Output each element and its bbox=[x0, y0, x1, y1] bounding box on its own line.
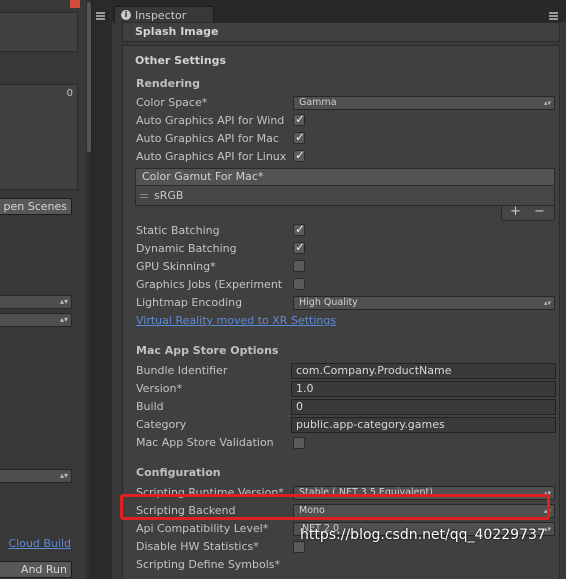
category-label: Category bbox=[136, 418, 187, 431]
panel-menu-icon[interactable] bbox=[96, 12, 105, 20]
auto-gfx-linux-checkbox[interactable]: ✓ bbox=[293, 148, 306, 162]
auto-gfx-linux-label: Auto Graphics API for Linux bbox=[136, 150, 287, 163]
app-store-validation-label: Mac App Store Validation bbox=[136, 436, 274, 449]
auto-gfx-windows-label: Auto Graphics API for Wind bbox=[136, 114, 285, 127]
left-dropdown-2[interactable]: ▴▾ bbox=[0, 313, 72, 327]
info-icon: i bbox=[121, 10, 131, 20]
static-batching-label: Static Batching bbox=[136, 224, 220, 237]
highlight-box bbox=[120, 494, 550, 520]
dropdown-arrow-icon: ▴▾ bbox=[543, 299, 551, 307]
tab-bar: i Inspector bbox=[112, 0, 566, 24]
dynamic-batching-label: Dynamic Batching bbox=[136, 242, 237, 255]
graphics-jobs-label: Graphics Jobs (Experiment bbox=[136, 278, 283, 291]
auto-gfx-mac-checkbox[interactable]: ✓ bbox=[293, 130, 306, 144]
color-space-dropdown[interactable]: Gamma ▴▾ bbox=[293, 96, 555, 110]
left-dropdown-3[interactable]: ▴▾ bbox=[0, 469, 72, 483]
watermark: https://blog.csdn.net/qq_40229737 bbox=[300, 527, 546, 543]
cloud-build-link[interactable]: Cloud Build bbox=[8, 537, 71, 550]
build-field[interactable]: 0 bbox=[291, 399, 556, 415]
gpu-skinning-label: GPU Skinning* bbox=[136, 260, 216, 273]
lightmap-encoding-label: Lightmap Encoding bbox=[136, 296, 243, 309]
left-panel: 0 pen Scenes ▴▾ ▴▾ ▴▾ Cloud Build And Ru… bbox=[0, 0, 92, 579]
checkmark-icon: ✓ bbox=[295, 148, 306, 162]
define-symbols-label: Scripting Define Symbols* bbox=[136, 558, 281, 571]
lightmap-encoding-dropdown[interactable]: High Quality ▴▾ bbox=[293, 296, 555, 310]
rendering-header: Rendering bbox=[136, 77, 200, 90]
gpu-skinning-checkbox[interactable] bbox=[293, 260, 305, 272]
checkmark-icon: ✓ bbox=[295, 222, 306, 236]
static-batching-checkbox[interactable]: ✓ bbox=[293, 222, 306, 236]
panel-menu-icon[interactable] bbox=[549, 12, 558, 20]
auto-gfx-windows-checkbox[interactable]: ✓ bbox=[293, 112, 306, 126]
category-field[interactable]: public.app-category.games bbox=[291, 417, 556, 433]
dynamic-batching-checkbox[interactable]: ✓ bbox=[293, 240, 306, 254]
other-settings-title[interactable]: Other Settings bbox=[135, 54, 226, 67]
color-gamut-list: Color Gamut For Mac* sRGB bbox=[135, 168, 555, 206]
bundle-identifier-label: Bundle Identifier bbox=[136, 364, 228, 377]
splash-image-foldout[interactable]: Splash Image bbox=[122, 22, 560, 42]
checkmark-icon: ✓ bbox=[295, 112, 306, 126]
scrollbar-thumb[interactable] bbox=[87, 2, 91, 152]
version-field[interactable]: 1.0 bbox=[291, 381, 556, 397]
checkmark-icon: ✓ bbox=[295, 130, 306, 144]
dropdown-arrow-icon: ▴▾ bbox=[543, 99, 551, 107]
bundle-identifier-field[interactable]: com.Company.ProductName bbox=[291, 363, 556, 379]
dropdown-arrow-icon: ▴▾ bbox=[59, 315, 68, 324]
dropdown-arrow-icon: ▴▾ bbox=[59, 297, 68, 306]
vr-settings-link[interactable]: Virtual Reality moved to XR Settings bbox=[136, 314, 336, 327]
splash-image-title: Splash Image bbox=[135, 25, 219, 38]
color-space-label: Color Space* bbox=[136, 96, 208, 109]
open-scenes-button[interactable]: pen Scenes bbox=[0, 198, 72, 215]
color-gamut-header: Color Gamut For Mac* bbox=[136, 169, 554, 186]
disable-hw-stats-label: Disable HW Statistics* bbox=[136, 540, 259, 553]
remove-button[interactable]: − bbox=[534, 204, 545, 219]
build-label: Build bbox=[136, 400, 164, 413]
panel-divider bbox=[92, 0, 112, 579]
configuration-header: Configuration bbox=[136, 466, 221, 479]
color-space-value: Gamma bbox=[299, 97, 337, 108]
version-label: Version* bbox=[136, 382, 182, 395]
lightmap-encoding-value: High Quality bbox=[299, 297, 358, 308]
graphics-jobs-checkbox[interactable] bbox=[293, 278, 305, 290]
close-indicator[interactable] bbox=[70, 0, 80, 8]
list-add-remove: + − bbox=[501, 204, 555, 221]
checkmark-icon: ✓ bbox=[295, 240, 306, 254]
list-item[interactable]: sRGB bbox=[136, 187, 554, 205]
left-dropdown-1[interactable]: ▴▾ bbox=[0, 295, 72, 309]
left-top-box bbox=[0, 12, 78, 52]
tab-label: Inspector bbox=[135, 9, 187, 22]
add-button[interactable]: + bbox=[510, 204, 521, 219]
dropdown-arrow-icon: ▴▾ bbox=[59, 471, 68, 480]
app-store-validation-checkbox[interactable] bbox=[293, 437, 305, 449]
color-gamut-item: sRGB bbox=[154, 189, 184, 202]
list-counter: 0 bbox=[66, 88, 73, 99]
left-list-box: 0 bbox=[0, 84, 78, 190]
mac-app-store-header: Mac App Store Options bbox=[136, 344, 279, 357]
build-and-run-button[interactable]: And Run bbox=[0, 561, 72, 578]
api-level-label: Api Compatibility Level* bbox=[136, 522, 269, 535]
inspector-panel: i Inspector Splash Image Other Settings … bbox=[112, 0, 566, 579]
drag-handle-icon[interactable] bbox=[140, 194, 148, 198]
auto-gfx-mac-label: Auto Graphics API for Mac bbox=[136, 132, 279, 145]
